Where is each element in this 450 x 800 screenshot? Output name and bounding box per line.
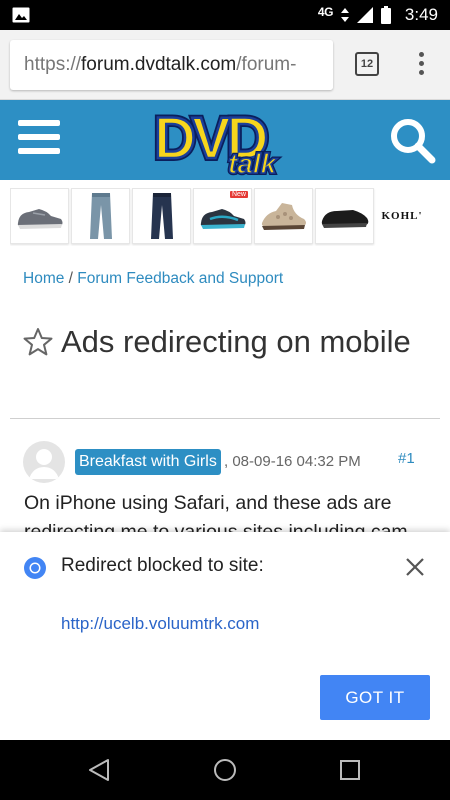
redirect-url-link[interactable]: http://ucelb.voluumtrk.com	[61, 614, 259, 634]
close-icon[interactable]	[404, 556, 426, 578]
hamburger-menu-icon[interactable]	[18, 120, 60, 156]
url-bar[interactable]: https://forum.dvdtalk.com/forum-	[10, 40, 333, 90]
back-icon[interactable]	[84, 755, 114, 785]
url-path: /forum-	[236, 54, 297, 75]
breadcrumb-separator: /	[68, 270, 73, 287]
sneaker-image	[17, 209, 62, 229]
kohls-brand-logo[interactable]: KOHL'	[376, 188, 428, 244]
post-username[interactable]: Breakfast with Girls	[75, 449, 221, 475]
got-it-button[interactable]: GOT IT	[320, 675, 430, 720]
data-arrows-icon	[340, 8, 349, 22]
signal-icon	[356, 7, 373, 23]
svg-text:talk: talk	[228, 148, 278, 177]
star-icon[interactable]	[23, 327, 53, 357]
ad-dark-jeans[interactable]	[132, 188, 191, 244]
thread-title-area: Ads redirecting on mobile	[23, 323, 433, 361]
system-nav-bar	[0, 740, 450, 800]
thread-title: Ads redirecting on mobile	[61, 324, 411, 359]
ad-grey-sneaker[interactable]	[10, 188, 69, 244]
post-date: , 08-09-16 04:32 PM	[224, 453, 361, 470]
sandal-image	[261, 203, 306, 230]
home-icon[interactable]	[210, 755, 240, 785]
dark-jeans-image	[150, 193, 173, 239]
network-type: 4G	[317, 5, 334, 19]
default-avatar-icon	[29, 449, 59, 479]
url-text[interactable]: https://forum.dvdtalk.com/forum-	[24, 54, 296, 76]
slip-on-image	[321, 210, 368, 228]
ad-jeans[interactable]	[71, 188, 130, 244]
dvdtalk-logo[interactable]: DVD DVD talk talk	[150, 103, 300, 177]
breadcrumb: Home / Forum Feedback and Support	[23, 270, 283, 288]
battery-icon	[380, 6, 391, 24]
breadcrumb-section-link[interactable]: Forum Feedback and Support	[77, 270, 283, 287]
site-header: DVD DVD talk talk	[0, 100, 450, 180]
browser-toolbar: https://forum.dvdtalk.com/forum- 12	[0, 30, 450, 100]
search-icon[interactable]	[388, 116, 436, 164]
post-number: 1	[406, 450, 415, 467]
status-time: 3:49	[404, 5, 438, 24]
new-badge: New	[229, 191, 248, 198]
status-bar: 4G 3:49	[0, 0, 450, 30]
divider	[10, 418, 440, 419]
overflow-menu-icon[interactable]	[414, 52, 428, 80]
url-fade	[293, 40, 333, 90]
url-scheme: https://	[24, 54, 82, 75]
recents-icon[interactable]	[335, 755, 365, 785]
tab-switcher-button[interactable]: 12	[355, 52, 379, 76]
avatar[interactable]	[23, 441, 65, 483]
breadcrumb-home-link[interactable]: Home	[23, 270, 64, 287]
url-host: forum.dvdtalk.com	[81, 54, 237, 75]
post-number-link[interactable]: #1	[398, 450, 415, 467]
chrome-icon	[24, 557, 46, 579]
redirect-blocked-infobar: Redirect blocked to site: http://ucelb.v…	[0, 532, 450, 740]
ad-sandal[interactable]	[254, 188, 313, 244]
ad-strip[interactable]: New KOHL'	[10, 188, 440, 246]
popup-title: Redirect blocked to site:	[61, 555, 264, 576]
ad-blue-sneaker[interactable]: New	[193, 188, 252, 244]
blue-sneaker-image	[200, 209, 245, 229]
jeans-image	[89, 193, 112, 239]
ad-black-slip-on[interactable]	[315, 188, 374, 244]
image-notification-icon	[12, 7, 30, 23]
